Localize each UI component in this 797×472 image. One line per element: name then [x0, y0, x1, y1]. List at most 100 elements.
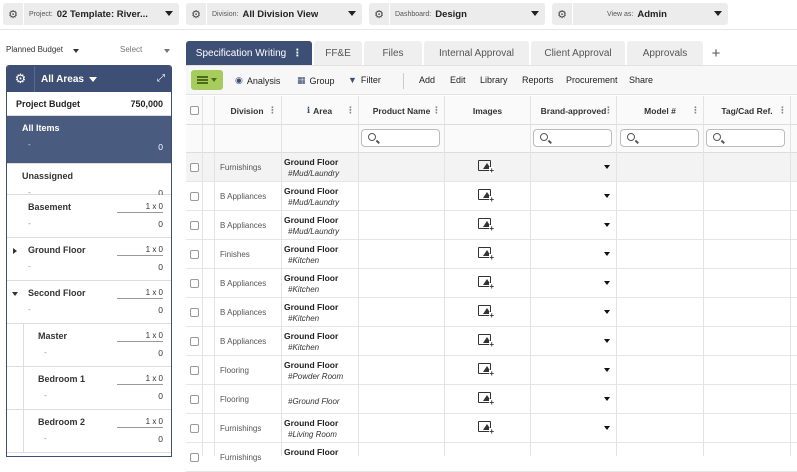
table-row[interactable]: Finishes Ground Floor #Kitchen + — [186, 240, 797, 269]
table-row[interactable]: Furnishings Ground Floor #Mud/Laundry + — [186, 153, 797, 182]
area-item[interactable]: Unassigned -0 — [7, 164, 171, 198]
table-row[interactable]: Furnishings Ground Floor — [186, 443, 797, 472]
filter-button[interactable]: ▼ Filter — [348, 75, 381, 85]
division-selector[interactable]: ⚙ Division: All Division View — [186, 3, 362, 25]
row-checkbox[interactable] — [190, 279, 199, 288]
row-checkbox[interactable] — [190, 453, 199, 462]
tab-1[interactable]: FF&E — [314, 41, 362, 65]
brand-dropdown-icon[interactable] — [604, 281, 610, 285]
add-image-icon[interactable]: + — [478, 276, 494, 291]
reports-button[interactable]: Reports — [522, 75, 554, 85]
edit-button[interactable]: Edit — [450, 75, 466, 85]
col-images[interactable]: Images — [445, 96, 530, 125]
share-button[interactable]: Share — [629, 75, 653, 85]
area-quantity[interactable]: 1 x 0 — [117, 374, 163, 385]
brand-dropdown-icon[interactable] — [604, 426, 610, 430]
all-areas-dropdown[interactable]: All Areas — [41, 74, 84, 85]
procurement-button[interactable]: Procurement — [566, 75, 618, 85]
add-image-icon[interactable]: + — [478, 363, 494, 378]
model-filter[interactable] — [620, 129, 699, 147]
area-item[interactable]: Master - 0 1 x 0 — [7, 324, 171, 367]
brand-dropdown-icon[interactable] — [604, 223, 610, 227]
view-as-selector[interactable]: ⚙ View as: Admin — [552, 3, 728, 25]
tab-menu-icon[interactable]: ⋮ — [292, 48, 302, 59]
column-menu-icon[interactable]: ⋮ — [778, 105, 787, 116]
gear-icon[interactable]: ⚙ — [7, 66, 35, 92]
area-quantity[interactable]: 1 x 0 — [117, 245, 163, 256]
area-item[interactable]: Bedroom 1 - 0 1 x 0 — [7, 367, 171, 410]
col-model[interactable]: Model # ⋮ — [617, 96, 703, 125]
table-row[interactable]: Furnishings Ground Floor #Living Room + — [186, 414, 797, 443]
area-quantity[interactable]: 1 x 0 — [117, 417, 163, 428]
col-brand-approved[interactable]: Brand-approved ⋮ — [531, 96, 616, 125]
row-checkbox[interactable] — [190, 221, 199, 230]
chevron-right-icon[interactable] — [13, 248, 17, 254]
column-menu-icon[interactable]: ⋮ — [268, 105, 277, 116]
area-quantity[interactable]: 1 x 0 — [117, 202, 163, 213]
tab-3[interactable]: Internal Approval — [424, 41, 529, 65]
analysis-button[interactable]: ◉ Analysis — [235, 75, 280, 86]
row-checkbox[interactable] — [190, 192, 199, 201]
area-item[interactable]: Ground Floor - 0 1 x 0 — [7, 238, 171, 281]
row-checkbox[interactable] — [190, 337, 199, 346]
table-row[interactable]: Flooring Ground Floor #Powder Room + — [186, 356, 797, 385]
group-button[interactable]: ▦ Group — [297, 75, 335, 86]
project-selector[interactable]: ⚙ Project: 02 Template: River... — [3, 3, 179, 25]
chevron-down-icon[interactable] — [12, 292, 18, 296]
brand-dropdown-icon[interactable] — [604, 252, 610, 256]
brand-dropdown-icon[interactable] — [604, 339, 610, 343]
library-button[interactable]: Library — [480, 75, 508, 85]
table-row[interactable]: B Appliances Ground Floor #Kitchen + — [186, 269, 797, 298]
column-menu-icon[interactable]: ⋮ — [691, 105, 700, 116]
area-item[interactable]: Second Floor - 0 1 x 0 — [7, 281, 171, 324]
tab-4[interactable]: Client Approval — [531, 41, 625, 65]
row-checkbox[interactable] — [190, 366, 199, 375]
row-checkbox[interactable] — [190, 424, 199, 433]
area-item[interactable]: All Items - 0 — [7, 116, 171, 164]
select-dropdown[interactable]: Select — [120, 45, 142, 54]
expand-icon[interactable]: ⤢ — [157, 73, 165, 84]
add-image-icon[interactable]: + — [478, 218, 494, 233]
row-checkbox[interactable] — [190, 308, 199, 317]
add-image-icon[interactable]: + — [478, 189, 494, 204]
column-menu-icon[interactable]: ⋮ — [432, 105, 441, 116]
col-division[interactable]: Division ⋮ — [214, 96, 280, 125]
area-item[interactable]: Basement - 0 1 x 0 — [7, 195, 171, 238]
product-name-filter[interactable] — [361, 129, 440, 147]
brand-filter[interactable] — [533, 129, 612, 147]
table-row[interactable]: B Appliances Ground Floor #Mud/Laundry + — [186, 182, 797, 211]
tab-0[interactable]: Specification Writing ⋮ — [186, 41, 312, 65]
add-button[interactable]: Add — [419, 75, 435, 85]
add-image-icon[interactable]: + — [478, 247, 494, 262]
select-all-checkbox[interactable] — [190, 106, 199, 115]
dashboard-selector[interactable]: ⚙ Dashboard: Design — [369, 3, 545, 25]
row-checkbox[interactable] — [190, 395, 199, 404]
brand-dropdown-icon[interactable] — [604, 310, 610, 314]
table-row[interactable]: Flooring #Ground Floor + — [186, 385, 797, 414]
col-area[interactable]: ℹ Area ⋮ — [281, 96, 358, 125]
view-menu-button[interactable] — [191, 70, 223, 90]
add-image-icon[interactable]: + — [478, 421, 494, 436]
table-row[interactable]: B Appliances Ground Floor #Kitchen + — [186, 298, 797, 327]
table-row[interactable]: B Appliances Ground Floor #Kitchen + — [186, 327, 797, 356]
area-quantity[interactable]: 1 x 0 — [117, 331, 163, 342]
col-tag[interactable]: Tag/Cad Ref. ⋮ — [704, 96, 790, 125]
add-tab-button[interactable]: + — [705, 41, 727, 65]
table-row[interactable]: B Appliances Ground Floor #Mud/Laundry + — [186, 211, 797, 240]
area-quantity[interactable]: 1 x 0 — [117, 288, 163, 299]
planned-budget-dropdown[interactable]: Planned Budget — [6, 45, 63, 54]
brand-dropdown-icon[interactable] — [604, 368, 610, 372]
brand-dropdown-icon[interactable] — [604, 194, 610, 198]
add-image-icon[interactable]: + — [478, 334, 494, 349]
brand-dropdown-icon[interactable] — [604, 165, 610, 169]
add-image-icon[interactable]: + — [478, 392, 494, 407]
add-image-icon[interactable]: + — [478, 305, 494, 320]
tag-filter[interactable] — [706, 129, 785, 147]
add-image-icon[interactable]: + — [478, 160, 494, 175]
tab-5[interactable]: Approvals — [627, 41, 703, 65]
tab-2[interactable]: Files — [364, 41, 422, 65]
brand-dropdown-icon[interactable] — [604, 397, 610, 401]
row-checkbox[interactable] — [190, 163, 199, 172]
area-item[interactable]: Bedroom 2 - 0 1 x 0 — [7, 410, 171, 453]
column-menu-icon[interactable]: ⋮ — [604, 105, 613, 116]
